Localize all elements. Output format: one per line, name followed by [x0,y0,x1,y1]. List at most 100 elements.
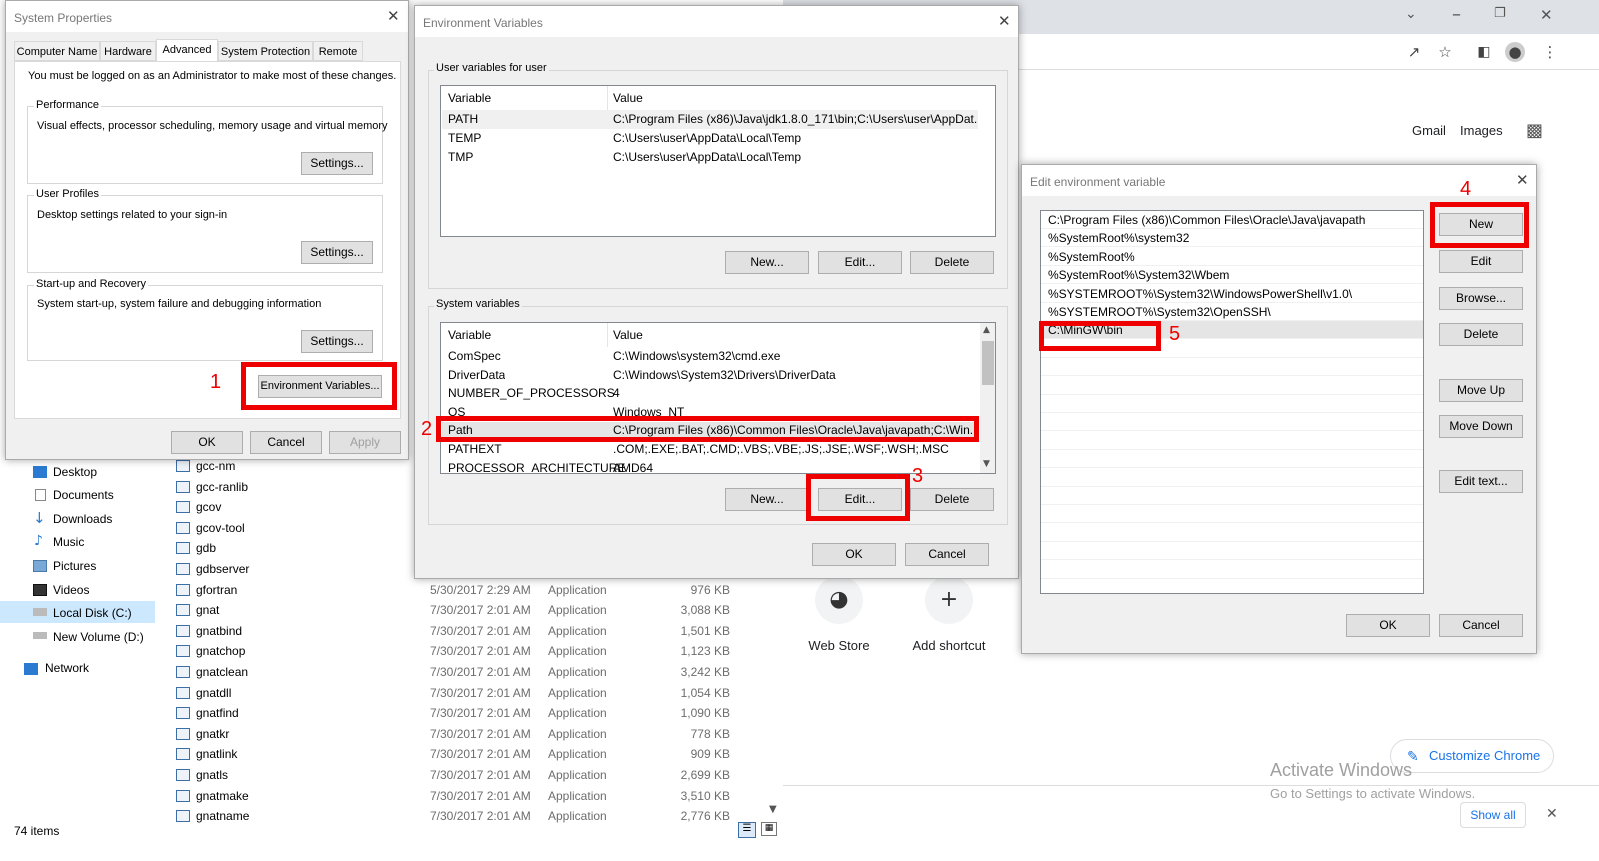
file-name[interactable]: gcov [196,500,221,514]
system-variables-list[interactable]: Variable Value ComSpec C:\Windows\system3… [440,322,996,474]
system-variable-name[interactable]: DriverData [448,368,505,382]
user-variables-list[interactable]: Variable Value PATH C:\Program Files (x86… [440,85,996,237]
nav-pictures[interactable]: Pictures [53,559,96,573]
system-variable-value[interactable]: 4 [613,386,975,400]
path-entry[interactable]: C:\Program Files (x86)\Common Files\Orac… [1048,213,1365,227]
sysprops-close-icon[interactable]: ✕ [387,7,400,25]
path-entry-row[interactable] [1041,561,1423,579]
scroll-thumb[interactable] [982,341,994,385]
scroll-down-icon[interactable]: ▼ [769,804,777,815]
user-variable-value[interactable]: C:\Program Files (x86)\Java\jdk1.8.0_171… [613,112,977,126]
nav-local-disk[interactable]: Local Disk (C:) [53,606,132,620]
gmail-link[interactable]: Gmail [1412,123,1446,138]
editenv-close-icon[interactable]: ✕ [1516,171,1529,189]
file-name[interactable]: gnatls [196,768,228,782]
file-name[interactable]: gnatfind [196,706,239,720]
nav-videos[interactable]: Videos [53,583,89,597]
system-variable-value[interactable]: C:\Windows\system32\cmd.exe [613,349,975,363]
details-view-icon[interactable]: ☰ [738,822,756,838]
nav-desktop[interactable]: Desktop [53,465,97,479]
add-shortcut-label[interactable]: Add shortcut [894,638,1004,653]
file-name[interactable]: gnatchop [196,644,245,658]
editenv-ok-button[interactable]: OK [1346,614,1430,637]
file-name[interactable]: gcov-tool [196,521,245,535]
editenv-cancel-button[interactable]: Cancel [1439,614,1523,637]
path-entry[interactable]: %SystemRoot%\System32\Wbem [1048,268,1229,282]
tab-system-protection[interactable]: System Protection [218,41,313,61]
add-shortcut-icon[interactable]: + [925,576,973,624]
path-entries-list[interactable]: C:\Program Files (x86)\Common Files\Orac… [1040,210,1424,594]
sys-delete-button[interactable]: Delete [910,488,994,511]
sysprops-cancel-button[interactable]: Cancel [250,431,322,454]
chevron-down-icon[interactable]: ⌄ [1405,6,1417,22]
user-col-variable[interactable]: Variable [448,91,491,105]
file-name[interactable]: gnatlink [196,747,237,761]
envvars-close-icon[interactable]: ✕ [998,12,1011,30]
file-name[interactable]: gnatclean [196,665,248,679]
envvars-cancel-button[interactable]: Cancel [905,543,989,566]
file-name[interactable]: gdb [196,541,216,555]
nav-new-volume[interactable]: New Volume (D:) [53,630,144,644]
file-name[interactable]: gnatkr [196,727,229,741]
user-profiles-settings-button[interactable]: Settings... [301,241,373,264]
file-name[interactable]: gnatbind [196,624,242,638]
profile-icon[interactable]: ● [1505,42,1525,62]
envvars-ok-button[interactable]: OK [812,543,896,566]
user-edit-button[interactable]: Edit... [818,251,902,274]
file-name[interactable]: gcc-ranlib [196,480,248,494]
tab-remote[interactable]: Remote [313,41,363,61]
path-entry[interactable]: %SYSTEMROOT%\System32\OpenSSH\ [1048,305,1271,319]
close-downloads-icon[interactable]: ✕ [1546,806,1558,822]
file-name[interactable]: gnatmake [196,789,249,803]
file-name[interactable]: gnatname [196,809,249,823]
apps-grid-icon[interactable]: ▩ [1526,120,1543,141]
system-variable-value[interactable]: .COM;.EXE;.BAT;.CMD;.VBS;.VBE;.JS;.JSE;.… [613,442,975,456]
sys-list-scrollbar[interactable]: ▲ ▼ [980,323,995,473]
user-variable-value[interactable]: C:\Users\user\AppData\Local\Temp [613,150,977,164]
sys-col-value[interactable]: Value [613,328,643,342]
share-icon[interactable]: ↗ [1404,42,1424,62]
path-entry-row[interactable] [1041,432,1423,450]
nav-network[interactable]: Network [45,661,89,675]
file-name[interactable]: gcc-nm [196,459,235,473]
sys-new-button[interactable]: New... [725,488,809,511]
user-delete-button[interactable]: Delete [910,251,994,274]
nav-documents[interactable]: Documents [53,488,114,502]
edit-text-button[interactable]: Edit text... [1439,470,1523,493]
path-entry[interactable]: %SystemRoot%\system32 [1048,231,1189,245]
file-name[interactable]: gnatdll [196,686,231,700]
path-browse-button[interactable]: Browse... [1439,287,1523,310]
user-new-button[interactable]: New... [725,251,809,274]
system-variable-name[interactable]: PROCESSOR_ARCHITECTURE [448,461,625,473]
path-entry-row[interactable] [1041,524,1423,542]
web-store-icon[interactable]: ◕ [815,576,863,624]
path-entry[interactable]: %SYSTEMROOT%\System32\WindowsPowerShell\… [1048,287,1352,301]
user-col-value[interactable]: Value [613,91,643,105]
tab-advanced[interactable]: Advanced [156,39,218,62]
path-entry-row[interactable] [1041,505,1423,523]
path-entry-row[interactable] [1041,542,1423,560]
tab-computer-name[interactable]: Computer Name [14,41,100,61]
performance-settings-button[interactable]: Settings... [301,152,373,175]
tiles-view-icon[interactable]: ▦ [761,822,777,836]
system-variable-name[interactable]: PATHEXT [448,442,502,456]
path-entry-row[interactable] [1041,395,1423,413]
side-panel-icon[interactable]: ◧ [1474,42,1494,62]
restore-icon[interactable]: ❐ [1494,6,1506,21]
file-name[interactable]: gfortran [196,583,237,597]
customize-chrome-button[interactable]: ✎ Customize Chrome [1390,739,1554,773]
user-variable-value[interactable]: C:\Users\user\AppData\Local\Temp [613,131,977,145]
user-variable-name[interactable]: TMP [448,150,473,164]
path-entry-row[interactable] [1041,377,1423,395]
path-edit-button[interactable]: Edit [1439,250,1523,273]
file-name[interactable]: gnat [196,603,219,617]
move-up-button[interactable]: Move Up [1439,379,1523,402]
minimize-icon[interactable]: – [1452,4,1461,25]
path-entry-row[interactable] [1041,469,1423,487]
nav-downloads[interactable]: Downloads [53,512,112,526]
show-all-button[interactable]: Show all [1460,802,1526,828]
system-variable-value[interactable]: C:\Windows\System32\Drivers\DriverData [613,368,975,382]
sysprops-apply-button[interactable]: Apply [329,431,401,454]
nav-music[interactable]: Music [53,535,84,549]
scroll-up-icon[interactable]: ▲ [983,325,990,335]
